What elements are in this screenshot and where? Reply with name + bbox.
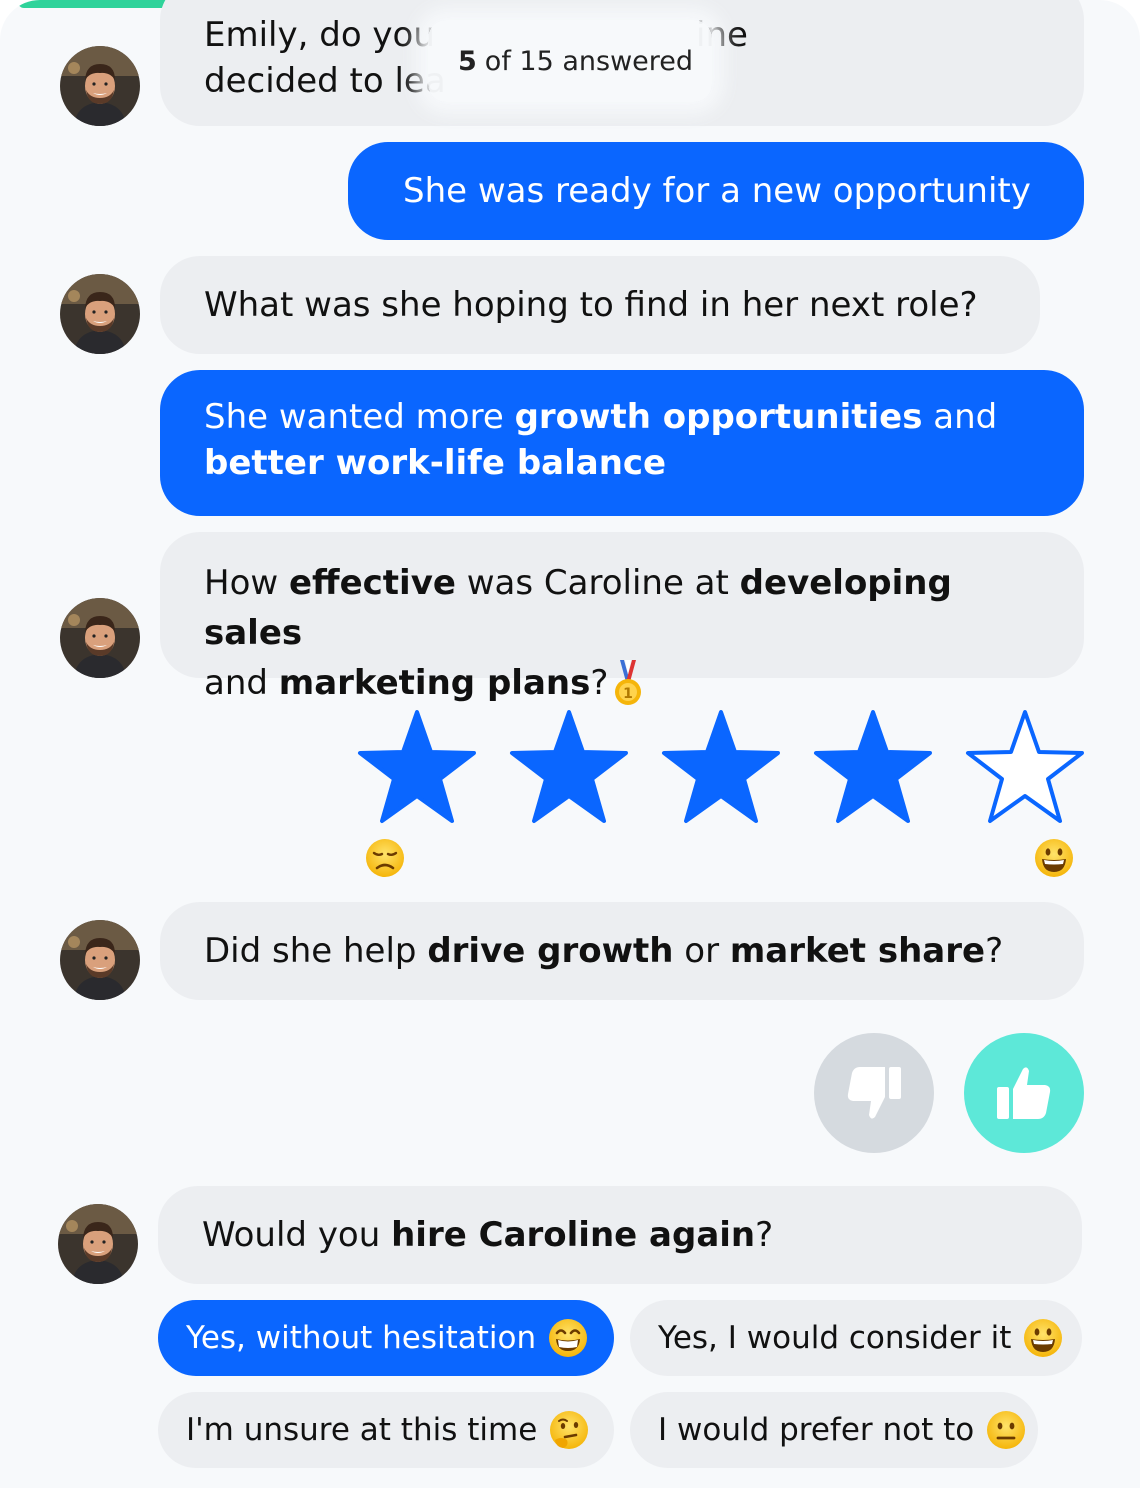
grinning-face-icon	[1024, 1319, 1063, 1357]
choice-prefer-not[interactable]: I would prefer not to	[630, 1392, 1038, 1468]
message-bold: effective	[288, 563, 456, 603]
thumbs-up-button[interactable]	[964, 1033, 1084, 1153]
disappointed-face-icon	[366, 839, 404, 877]
bot-message: What was she hoping to find in her next …	[160, 256, 1040, 354]
thumbs-down-button[interactable]	[814, 1033, 934, 1153]
star-3-icon[interactable]	[659, 706, 783, 828]
thinking-face-icon	[550, 1411, 589, 1449]
answer-text: She wanted more	[204, 397, 515, 437]
answer-text: and	[922, 397, 998, 437]
answered-label: of 15 answered	[484, 45, 694, 77]
choice-label: Yes, I would consider it	[658, 1320, 1012, 1356]
choice-unsure[interactable]: I'm unsure at this time	[158, 1392, 614, 1468]
beaming-face-icon	[549, 1319, 588, 1357]
message-bold: marketing plans	[278, 663, 591, 703]
answer-bold: growth opportunities	[514, 397, 923, 437]
interviewer-avatar	[60, 920, 140, 1000]
message-bold: drive growth	[427, 931, 674, 971]
message-text: or	[673, 931, 730, 971]
choice-label: I would prefer not to	[658, 1412, 975, 1448]
message-text: ?	[985, 931, 1004, 971]
message-text: What was she hoping to find in her next …	[204, 285, 978, 325]
star-2-icon[interactable]	[507, 706, 631, 828]
interviewer-avatar	[60, 46, 140, 126]
message-text: Would you	[202, 1215, 392, 1255]
thumbs-up-icon	[997, 1067, 1051, 1119]
message-text: Emily, do you	[204, 15, 435, 55]
interviewer-avatar	[58, 1204, 138, 1284]
grinning-face-icon	[1035, 839, 1073, 877]
message-text: ?	[590, 663, 609, 703]
message-text: How	[204, 563, 289, 603]
star-4-icon[interactable]	[811, 706, 935, 828]
choice-yes-without-hesitation[interactable]: Yes, without hesitation	[158, 1300, 614, 1376]
svg-text:1: 1	[624, 686, 634, 702]
choice-yes-would-consider[interactable]: Yes, I would consider it	[630, 1300, 1082, 1376]
message-bold: market share	[729, 931, 986, 971]
star-1-icon[interactable]	[355, 706, 479, 828]
message-text: ?	[755, 1215, 774, 1255]
message-text: was Caroline at	[455, 563, 740, 603]
bot-message: How effective was Caroline at developing…	[160, 532, 1084, 705]
message-text: Did she help	[204, 931, 428, 971]
neutral-face-icon	[987, 1411, 1026, 1449]
user-answer: She was ready for a new opportunity	[348, 142, 1084, 240]
star-5-icon[interactable]	[963, 706, 1087, 828]
medal-icon: 1	[615, 660, 642, 705]
choice-label: Yes, without hesitation	[186, 1320, 537, 1356]
survey-chat-card: Emily, do you ine decided to lea 5 of 15…	[0, 0, 1140, 1488]
message-bold: hire Caroline again	[391, 1215, 756, 1255]
answer-bold: better work-life balance	[204, 443, 667, 483]
interviewer-avatar	[60, 274, 140, 354]
bot-message: Did she help drive growth or market shar…	[160, 902, 1084, 1000]
answered-count: 5	[458, 45, 477, 77]
interviewer-avatar	[60, 598, 140, 678]
message-text: and	[204, 663, 279, 703]
answer-text: She was ready for a new opportunity	[403, 171, 1031, 211]
bot-message: Would you hire Caroline again?	[158, 1186, 1082, 1284]
choice-label: I'm unsure at this time	[186, 1412, 538, 1448]
user-answer: She wanted more growth opportunities and…	[160, 370, 1084, 516]
progress-counter: 5 of 15 answered	[428, 20, 712, 102]
thumbs-down-icon	[847, 1067, 901, 1119]
